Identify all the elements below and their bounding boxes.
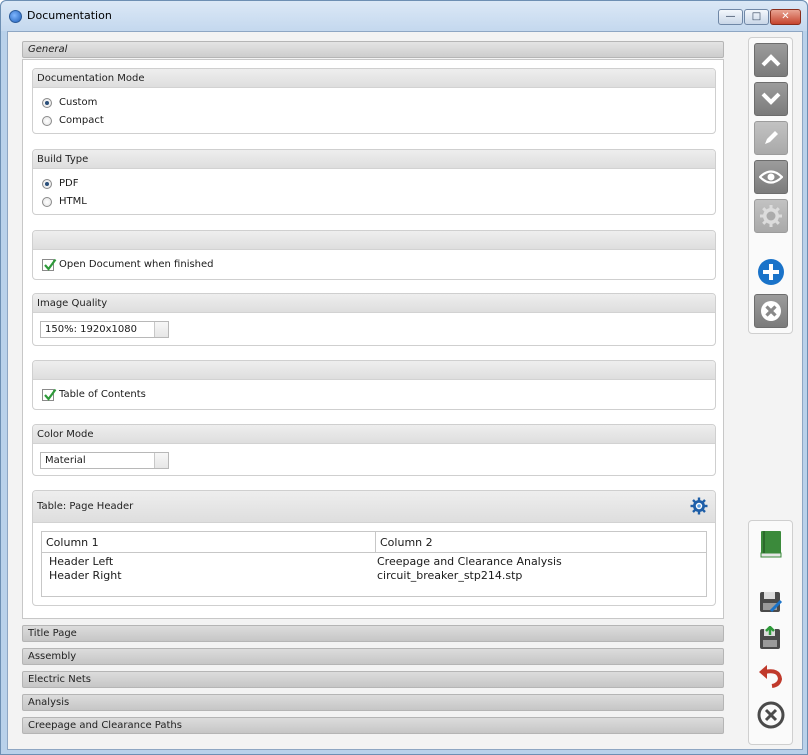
save-as-icon (760, 592, 783, 613)
dropdown-button[interactable] (154, 322, 168, 337)
delete-icon (761, 301, 781, 321)
save-icon (760, 626, 780, 649)
color-mode-value: Material (45, 455, 86, 466)
build-type-group: Build Type PDF HTML (32, 149, 716, 215)
checkbox-checked-icon[interactable] (42, 388, 57, 401)
checkbox-checked-icon[interactable] (42, 258, 57, 271)
image-quality-header: Image Quality (33, 294, 715, 313)
page-header-table[interactable]: Column 1 Column 2 Header Left Creepage a… (41, 531, 707, 597)
radio-button-icon[interactable] (42, 98, 52, 108)
add-icon (758, 259, 784, 285)
radio-label: Custom (59, 97, 98, 108)
move-down-button[interactable] (754, 82, 788, 116)
section-general-body: Documentation Mode Custom Compact Build … (22, 59, 724, 619)
edit-button[interactable] (754, 121, 788, 155)
cancel-button[interactable] (754, 698, 788, 732)
book-icon (760, 531, 782, 558)
checkbox-label: Open Document when finished (59, 259, 214, 270)
pencil-icon (765, 131, 778, 144)
undo-icon (759, 665, 783, 688)
color-mode-dropdown[interactable]: Material (40, 452, 169, 469)
column-header-2[interactable]: Column 2 (376, 532, 706, 553)
radio-pdf[interactable]: PDF (33, 175, 715, 193)
preview-button[interactable] (754, 160, 788, 194)
documentation-mode-header: Documentation Mode (33, 69, 715, 88)
table-of-contents-header (33, 361, 715, 380)
image-quality-value: 150%: 1920x1080 (45, 324, 137, 335)
radio-button-icon[interactable] (42, 179, 52, 189)
eye-icon (759, 170, 783, 184)
save-button[interactable] (754, 622, 788, 656)
table-cell: Header Left (49, 555, 114, 568)
settings-button[interactable] (754, 199, 788, 233)
toolbar-top (748, 37, 793, 334)
build-type-header: Build Type (33, 150, 715, 169)
section-general-header[interactable]: General (22, 41, 724, 58)
chevron-down-icon (761, 92, 781, 105)
column-header-1[interactable]: Column 1 (42, 532, 376, 553)
move-up-button[interactable] (754, 43, 788, 77)
dropdown-button[interactable] (154, 453, 168, 468)
title-bar[interactable]: Documentation — □ ✕ (1, 1, 807, 31)
window-title: Documentation (27, 9, 112, 22)
table-row[interactable]: Header Right circuit_breaker_stp214.stp (42, 569, 706, 583)
close-circle-icon (757, 701, 785, 729)
gear-icon[interactable] (690, 497, 708, 515)
minimize-button[interactable]: — (718, 9, 743, 25)
section-assembly-header[interactable]: Assembly (22, 648, 724, 665)
checkbox-open-document[interactable]: Open Document when finished (33, 256, 715, 274)
table-of-contents-group: Table of Contents (32, 360, 716, 410)
radio-button-icon[interactable] (42, 116, 52, 126)
radio-label: PDF (59, 178, 79, 189)
toolbar-bottom (748, 520, 793, 745)
checkbox-table-of-contents[interactable]: Table of Contents (33, 386, 715, 404)
radio-custom[interactable]: Custom (33, 94, 715, 112)
page-header-table-group: Table: Page Header Column 1 Column 2 Hea… (32, 490, 716, 606)
section-creepage-clearance-paths-header[interactable]: Creepage and Clearance Paths (22, 717, 724, 734)
section-electric-nets-header[interactable]: Electric Nets (22, 671, 724, 688)
table-cell: circuit_breaker_stp214.stp (377, 569, 523, 582)
color-mode-header: Color Mode (33, 425, 715, 444)
gear-icon (760, 205, 782, 227)
close-button[interactable]: ✕ (770, 9, 801, 25)
open-book-button[interactable] (754, 527, 788, 561)
radio-compact[interactable]: Compact (33, 112, 715, 130)
section-title-page-header[interactable]: Title Page (22, 625, 724, 642)
radio-label: Compact (59, 115, 104, 126)
save-as-button[interactable] (754, 585, 788, 619)
radio-html[interactable]: HTML (33, 193, 715, 211)
chevron-up-icon (761, 54, 781, 67)
color-mode-group: Color Mode Material (32, 424, 716, 476)
table-header-row: Column 1 Column 2 (42, 532, 706, 553)
client-area: General Documentation Mode Custom Compac… (7, 31, 803, 750)
app-icon (9, 10, 22, 23)
undo-button[interactable] (754, 659, 788, 693)
table-cell: Header Right (49, 569, 122, 582)
window: Documentation — □ ✕ General Documentatio… (0, 0, 808, 755)
radio-label: HTML (59, 196, 87, 207)
image-quality-dropdown[interactable]: 150%: 1920x1080 (40, 321, 169, 338)
open-document-header (33, 231, 715, 250)
radio-button-icon[interactable] (42, 197, 52, 207)
open-document-group: Open Document when finished (32, 230, 716, 280)
add-button[interactable] (754, 255, 788, 289)
maximize-button[interactable]: □ (744, 9, 769, 25)
page-header-table-header: Table: Page Header (33, 491, 715, 523)
image-quality-group: Image Quality 150%: 1920x1080 (32, 293, 716, 346)
checkbox-label: Table of Contents (59, 389, 146, 400)
section-analysis-header[interactable]: Analysis (22, 694, 724, 711)
delete-button[interactable] (754, 294, 788, 328)
table-row[interactable]: Header Left Creepage and Clearance Analy… (42, 555, 706, 569)
documentation-mode-group: Documentation Mode Custom Compact (32, 68, 716, 134)
table-cell: Creepage and Clearance Analysis (377, 555, 562, 568)
